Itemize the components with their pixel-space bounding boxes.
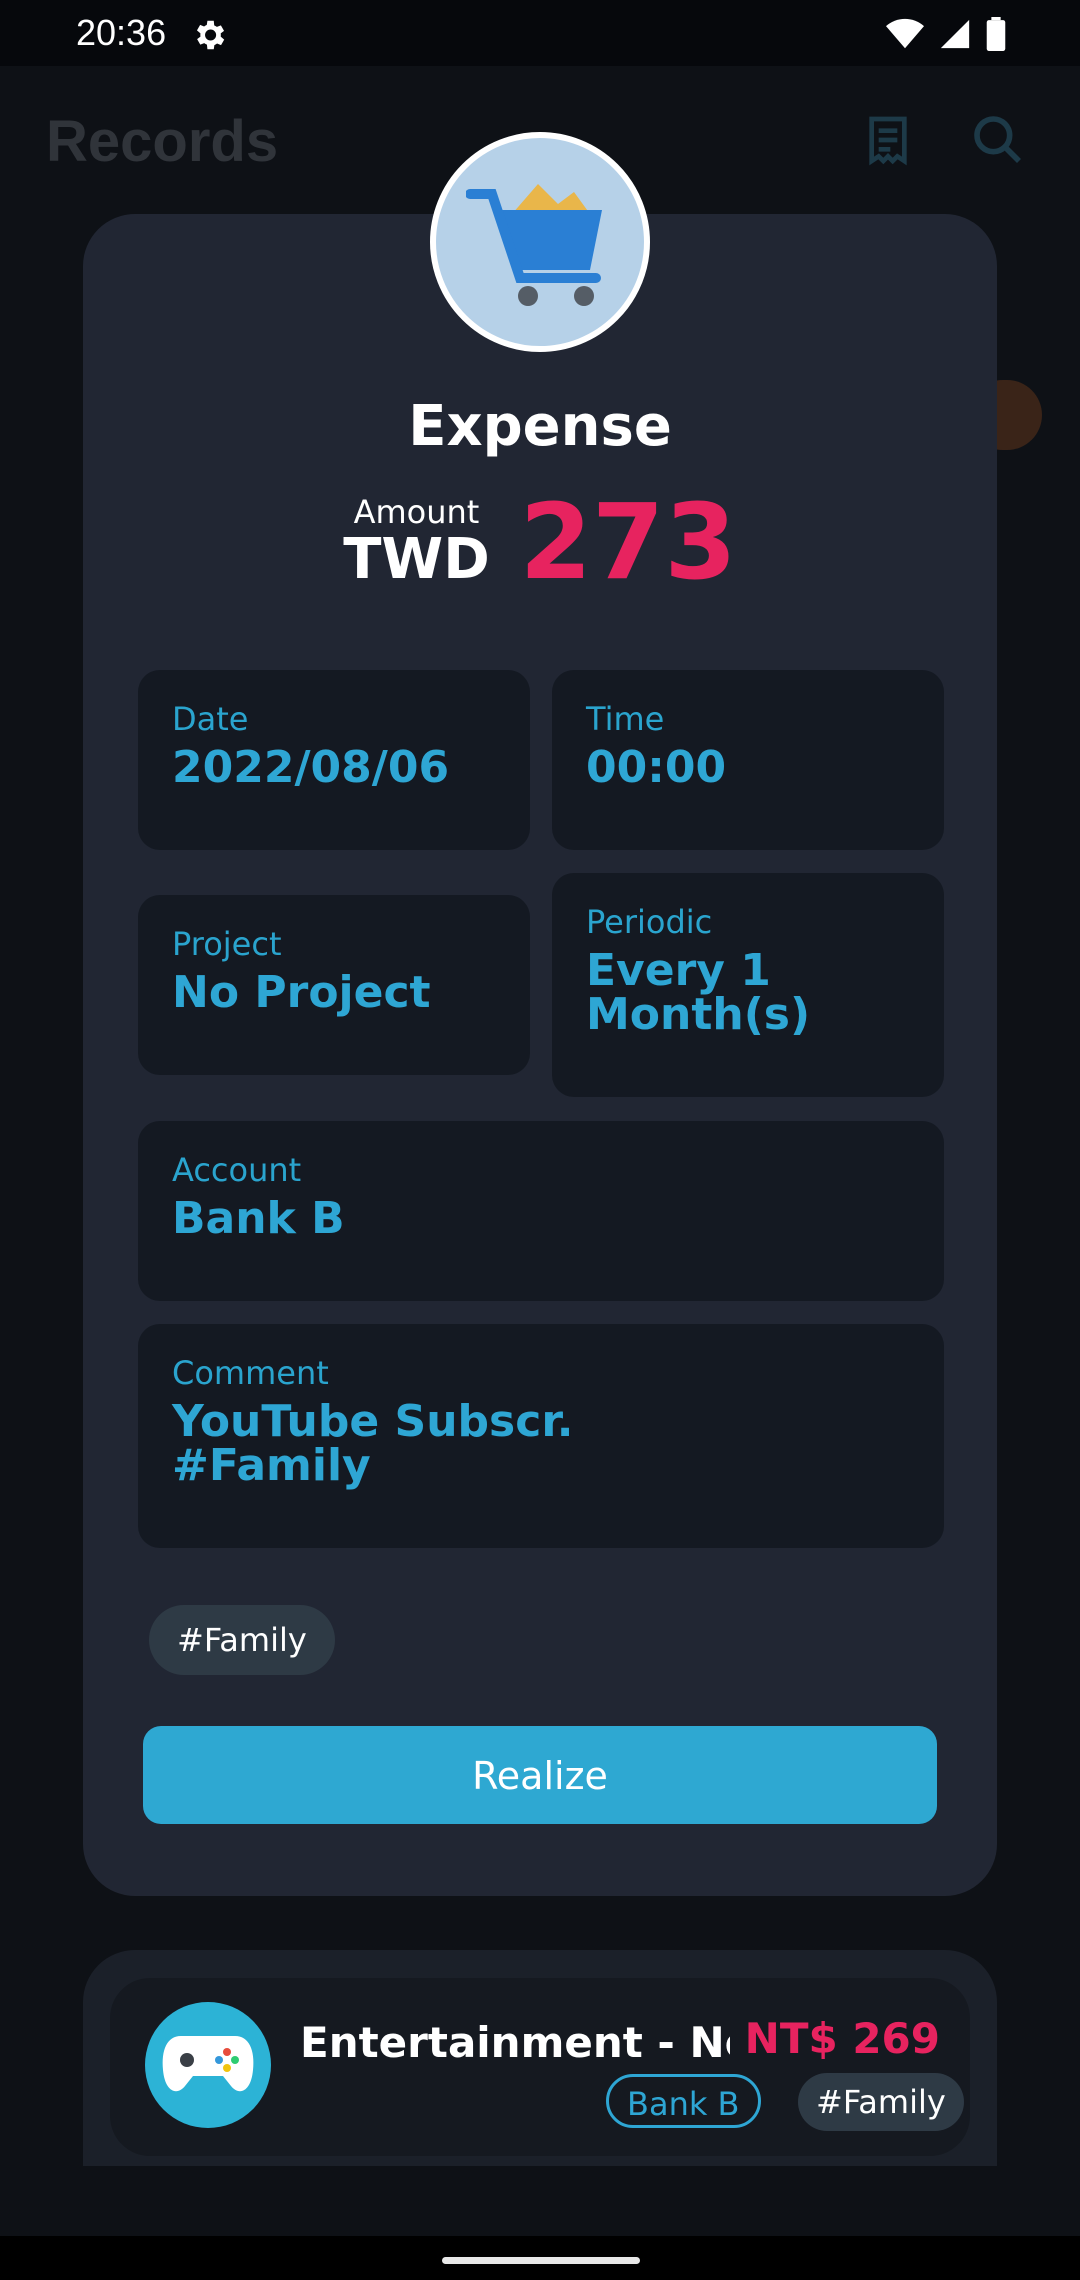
tag-chip[interactable]: #Family: [149, 1605, 335, 1675]
amount-row: Amount TWD 273: [0, 490, 1080, 594]
status-bar: 20:36: [0, 0, 1080, 66]
comment-field[interactable]: Comment YouTube Subscr. #Family: [138, 1324, 944, 1548]
date-field[interactable]: Date 2022/08/06: [138, 670, 530, 850]
list-item-account-badge: Bank B: [606, 2074, 761, 2128]
periodic-value: Every 1 Month(s): [586, 945, 811, 1040]
records-list-card: Entertainment - No Subscr. NT$ 269 Bank …: [83, 1950, 997, 2166]
project-field[interactable]: Project No Project: [138, 895, 530, 1075]
receipt-icon[interactable]: [860, 112, 916, 168]
search-icon[interactable]: [970, 112, 1026, 168]
time-field[interactable]: Time 00:00: [552, 670, 944, 850]
signal-icon: [940, 19, 970, 49]
status-time: 20:36: [76, 12, 167, 53]
list-item[interactable]: Entertainment - No Subscr. NT$ 269 Bank …: [110, 1978, 970, 2156]
account-value: Bank B: [172, 1193, 345, 1244]
amount-value: 273: [519, 481, 737, 603]
account-field[interactable]: Account Bank B: [138, 1121, 944, 1301]
home-indicator[interactable]: [442, 2257, 640, 2264]
account-label: Account: [172, 1151, 302, 1189]
settings-gear-icon: [196, 20, 225, 50]
periodic-field[interactable]: Periodic Every 1 Month(s): [552, 873, 944, 1097]
record-type-title: Expense: [408, 394, 672, 459]
project-label: Project: [172, 925, 282, 963]
status-icons: [886, 16, 1006, 52]
page-title: Records: [46, 109, 279, 174]
time-label: Time: [586, 700, 665, 738]
wifi-icon: [886, 18, 924, 49]
comment-label: Comment: [172, 1354, 329, 1392]
amount-currency: TWD: [343, 527, 490, 592]
amount-labels: Amount TWD: [343, 496, 489, 588]
periodic-label: Periodic: [586, 903, 713, 941]
list-item-title: Entertainment - No Subscr.: [300, 2018, 730, 2067]
shopping-cart-icon: [466, 184, 602, 306]
date-value: 2022/08/06: [172, 742, 450, 793]
time-value: 00:00: [586, 742, 727, 793]
comment-value: YouTube Subscr. #Family: [172, 1396, 574, 1491]
category-avatar: [430, 132, 650, 352]
project-value: No Project: [172, 967, 431, 1018]
realize-button[interactable]: Realize: [143, 1726, 937, 1824]
amount-label: Amount: [353, 493, 480, 531]
list-item-amount: NT$ 269: [744, 2014, 940, 2063]
gamepad-icon: [145, 2002, 271, 2128]
date-label: Date: [172, 700, 249, 738]
list-item-tag-badge: #Family: [798, 2073, 964, 2131]
battery-icon: [986, 17, 1006, 51]
